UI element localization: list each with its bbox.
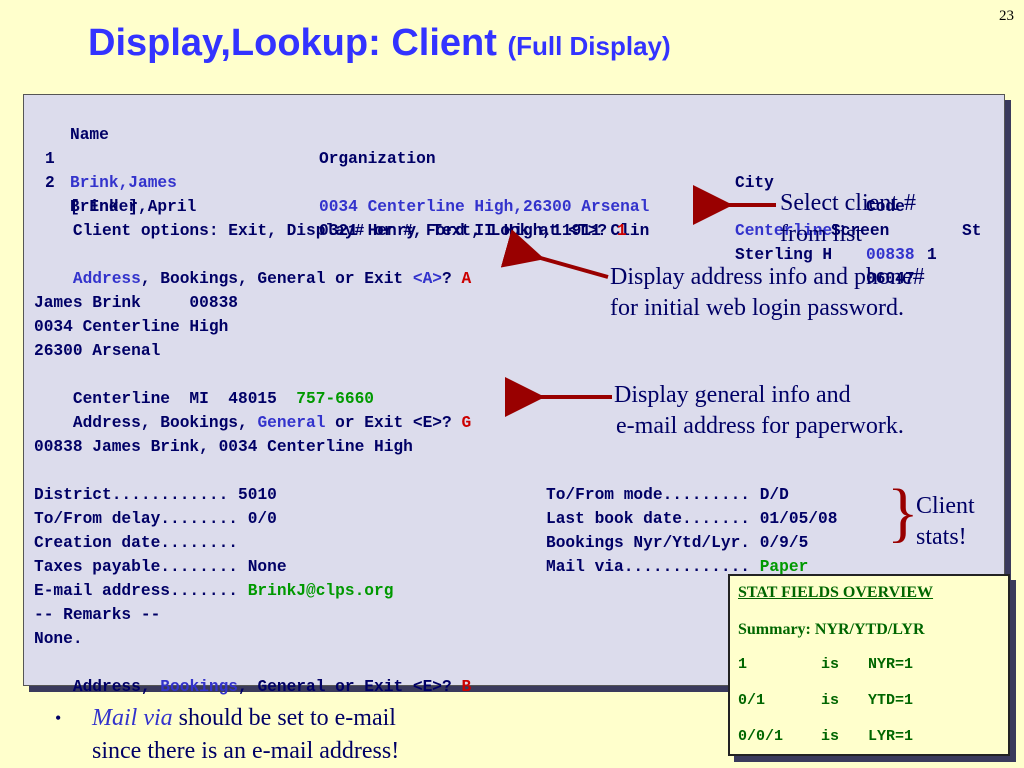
bullet-dot-icon: • [55,708,62,728]
stats-summary: Summary: NYR/YTD/LYR [738,621,925,638]
annotation-general: Display general info and e-mail address f… [614,382,904,439]
annotation-address: Display address info and phone# for initi… [610,264,925,321]
stats-header: STAT FIELDS OVERVIEW [738,584,934,601]
stat-fields-overview: STAT FIELDS OVERVIEW Summary: NYR/YTD/LY… [728,574,1010,756]
arrow-address [500,229,609,279]
mail-via-italic: Mail via [92,705,173,731]
brace-icon: } [887,476,919,549]
annotation-select-client: Select client # from list [780,190,916,247]
annotation-client-stats: Client stats! [916,493,975,550]
